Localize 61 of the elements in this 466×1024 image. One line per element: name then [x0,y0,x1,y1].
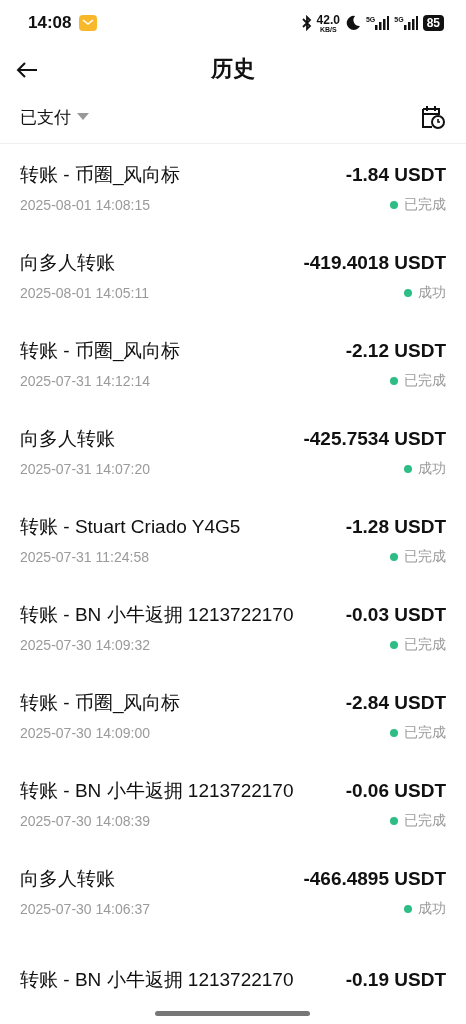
transaction-title: 转账 - 币圈_风向标 [20,339,181,364]
transaction-amount: -2.12 USDT [345,340,446,362]
transaction-date: 2025-07-30 14:06:37 [20,901,150,917]
transaction-title: 转账 - 币圈_风向标 [20,163,181,188]
calendar-button[interactable] [420,104,446,131]
mail-icon [79,15,98,32]
status-dot [390,641,398,649]
transaction-amount: -0.19 USDT [345,969,446,991]
transaction-date: 2025-08-01 14:05:11 [20,285,149,301]
transaction-date: 2025-07-31 14:07:20 [20,461,150,477]
transaction-amount: -419.4018 USDT [303,252,446,274]
signal-icon [375,16,390,31]
transaction-date: 2025-07-31 11:24:58 [20,549,149,565]
transaction-status: 已完成 [404,548,446,566]
transaction-date: 2025-07-31 14:12:14 [20,373,150,389]
status-dot [404,905,412,913]
transaction-amount: -2.84 USDT [345,692,446,714]
transaction-amount: -0.03 USDT [345,604,446,626]
transaction-title: 转账 - BN 小牛返拥 1213722170 [20,779,294,803]
transaction-title: 转账 - 币圈_风向标 [20,691,181,716]
transaction-title: 向多人转账 [20,867,115,891]
transaction-amount: -0.06 USDT [345,780,446,802]
status-dot [390,729,398,737]
status-dot [390,201,398,209]
status-dot [390,553,398,561]
caret-icon [77,113,89,122]
transaction-title: 向多人转账 [20,427,115,451]
moon-icon [344,15,361,32]
transaction-amount: -466.4895 USDT [303,868,446,890]
transaction-amount: -1.84 USDT [345,164,446,186]
battery-level: 85 [422,15,444,32]
transaction-status: 已完成 [404,372,446,390]
bluetooth-icon [301,15,312,32]
transaction-status: 已完成 [404,636,446,654]
transaction-amount: -425.7534 USDT [303,428,446,450]
calendar-clock-icon [420,104,446,131]
transaction-status: 已完成 [404,724,446,742]
transaction-date: 2025-07-30 14:09:00 [20,725,150,741]
transaction-date: 2025-07-30 14:08:39 [20,813,150,829]
signal-icon [403,16,418,31]
transaction-title: 向多人转账 [20,251,115,275]
transaction-title: 转账 - BN 小牛返拥 1213722170 [20,603,294,627]
transaction-status: 已完成 [404,812,446,830]
transaction-title: 转账 - BN 小牛返拥 1213722170 [20,968,294,992]
network-speed: 42.0 [316,13,340,26]
transaction-status: 已完成 [404,196,446,214]
transaction-amount: -1.28 USDT [345,516,446,538]
transaction-status: 成功 [418,460,446,478]
transaction-date: 2025-08-01 14:08:15 [20,197,150,213]
transaction-title: 转账 - Stuart Criado Y4G5 [20,515,241,539]
status-dot [390,377,398,385]
status-filter-dropdown[interactable]: 已支付 [20,105,89,129]
clock: 14:08 [28,13,72,34]
status-dot [390,817,398,825]
transaction-status: 成功 [418,284,446,302]
transaction-date: 2025-07-30 14:09:32 [20,637,150,653]
back-arrow-icon [16,60,38,79]
status-dot [404,289,412,297]
status-dot [404,465,412,473]
transaction-status: 成功 [418,900,446,918]
page-title: 历史 [211,54,255,83]
